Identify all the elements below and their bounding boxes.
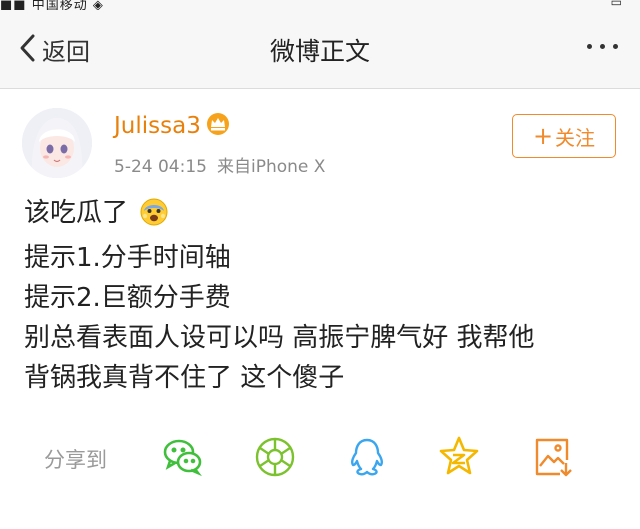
post-line: 别总看表面人设可以吗 高振宁脾气好 我帮他: [24, 323, 535, 353]
author-name-row: Julissa3: [114, 112, 231, 140]
share-label: 分享到: [44, 448, 107, 472]
post-source: 来自iPhone X: [216, 157, 326, 177]
share-bar: 分享到: [0, 434, 640, 484]
post-line: 背锅我真背不住了 这个傻子: [24, 363, 345, 393]
post-body: 该吃瓜了 提示1.分手时间轴 提示2.巨额分手费 别总看表面人设可以吗 高振宁脾…: [24, 193, 535, 398]
follow-label: 关注: [555, 125, 596, 150]
post-line: 提示2.巨额分手费: [24, 283, 231, 313]
qzone-icon[interactable]: [436, 434, 482, 480]
header-divider: [0, 88, 640, 89]
author-name[interactable]: Julissa3: [114, 113, 201, 139]
qq-icon[interactable]: [344, 434, 390, 480]
navigation-bar: 返回 微博正文: [0, 10, 640, 88]
post-line: 提示1.分手时间轴: [24, 243, 231, 273]
follow-button[interactable]: + 关注: [512, 114, 616, 158]
battery-icon: ▭: [610, 0, 622, 9]
status-bar: ■■ 中国移动 ◈ ▭: [0, 0, 640, 13]
post-line: 该吃瓜了: [24, 193, 535, 238]
vip-crown-icon: [205, 112, 231, 140]
wechat-icon[interactable]: [160, 434, 206, 480]
post-meta: 5-24 04:15 来自iPhone X: [114, 152, 325, 177]
page-title: 微博正文: [269, 37, 370, 66]
plus-icon: +: [532, 122, 554, 150]
more-options-icon[interactable]: [587, 44, 618, 49]
post-time: 5-24 04:15: [114, 157, 207, 177]
scared-face-emoji-icon: [140, 198, 168, 238]
avatar[interactable]: [22, 108, 92, 178]
save-image-icon[interactable]: [530, 434, 576, 480]
moments-icon[interactable]: [252, 434, 298, 480]
